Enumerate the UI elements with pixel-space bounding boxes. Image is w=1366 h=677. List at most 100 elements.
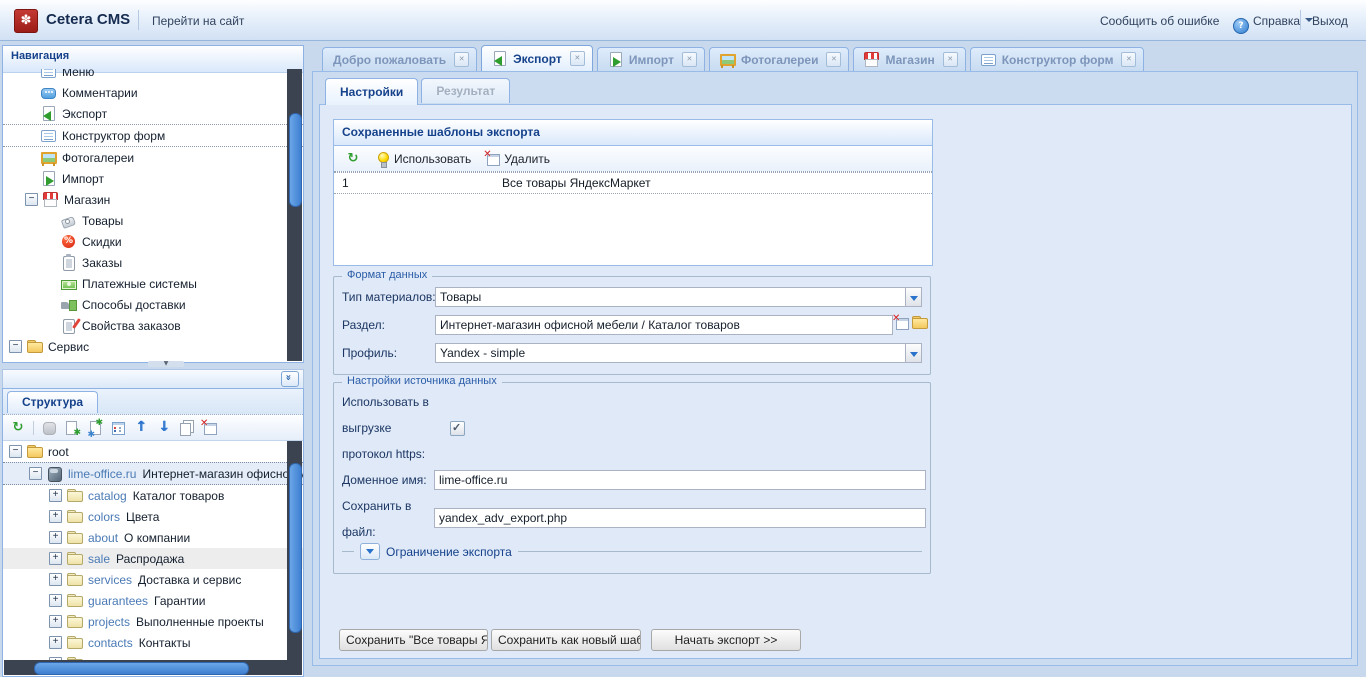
template-row[interactable]: 1 Все товары ЯндексМаркет [334, 172, 932, 194]
tree-item-guarantees[interactable]: guarantees Гарантии [3, 590, 303, 611]
collapse-expander-icon[interactable] [9, 340, 22, 353]
profile-input[interactable] [435, 343, 906, 363]
tree-item-root[interactable]: root [3, 441, 303, 462]
close-icon[interactable]: ✕ [826, 52, 841, 67]
scrollbar-thumb[interactable] [289, 113, 302, 207]
delete-button[interactable] [200, 418, 220, 438]
tab-import[interactable]: Импорт ✕ [597, 47, 705, 72]
tree-item-colors[interactable]: colors Цвета [3, 506, 303, 527]
collapse-expander-icon[interactable] [25, 193, 38, 206]
db-button[interactable] [39, 418, 59, 438]
add-child-button[interactable] [85, 418, 105, 438]
scrollbar-track[interactable] [287, 441, 302, 661]
section-input[interactable] [435, 315, 893, 335]
folder-icon [27, 444, 43, 460]
close-icon[interactable]: ✕ [570, 51, 585, 66]
tab-settings[interactable]: Настройки [325, 78, 418, 105]
chevron-down-icon[interactable] [905, 343, 922, 363]
properties-button[interactable] [108, 418, 128, 438]
close-icon[interactable]: ✕ [1121, 52, 1136, 67]
chevron-down-icon[interactable] [905, 287, 922, 307]
nav-item-order-props[interactable]: Свойства заказов [3, 315, 303, 336]
nav-item-discounts[interactable]: Скидки [3, 231, 303, 252]
report-error-link[interactable]: Сообщить об ошибке [1100, 14, 1219, 28]
copy-button[interactable] [177, 418, 197, 438]
refresh-button[interactable] [340, 149, 366, 169]
tree-item-contacts[interactable]: contacts Контакты [3, 632, 303, 653]
tree-item-about[interactable]: about О компании [3, 527, 303, 548]
expand-icon[interactable] [49, 636, 62, 649]
nav-item-payment-systems[interactable]: Платежные системы [3, 273, 303, 294]
nav-item-delivery-methods[interactable]: Способы доставки [3, 294, 303, 315]
close-icon[interactable]: ✕ [943, 52, 958, 67]
expand-icon[interactable] [49, 573, 62, 586]
profile-combo[interactable] [435, 343, 922, 363]
expand-icon[interactable] [49, 531, 62, 544]
expand-icon[interactable] [49, 489, 62, 502]
nav-item-shop[interactable]: Магазин [3, 189, 303, 210]
collapse-panel-button[interactable]: » [281, 371, 299, 387]
tree-item-services[interactable]: services Доставка и сервис [3, 569, 303, 590]
tab-shop[interactable]: Магазин ✕ [853, 47, 965, 72]
template-row-number: 1 [334, 176, 502, 190]
nav-item-import[interactable]: Импорт [3, 168, 303, 189]
https-checkbox[interactable] [450, 421, 465, 436]
expand-icon[interactable] [49, 615, 62, 628]
scrollbar-thumb-horizontal[interactable] [34, 662, 249, 675]
tree-item-sale[interactable]: sale Распродажа [3, 548, 303, 569]
expand-icon[interactable] [49, 510, 62, 523]
domain-input[interactable] [434, 470, 926, 490]
nav-item-service[interactable]: Сервис [3, 336, 303, 357]
close-icon[interactable]: ✕ [454, 52, 469, 67]
logout-link[interactable]: Выход [1312, 14, 1348, 28]
format-legend: Формат данных [342, 269, 432, 281]
tab-form-builder[interactable]: Конструктор форм ✕ [970, 47, 1145, 72]
tree-item-catalog[interactable]: catalog Каталог товаров [3, 485, 303, 506]
tab-structure[interactable]: Структура [7, 391, 98, 413]
tree-item-site[interactable]: lime-office.ru Интернет-магазин офисной … [3, 462, 303, 485]
nav-item-label: Конструктор форм [62, 129, 165, 143]
export-limit-toggle-button[interactable] [360, 543, 380, 560]
nav-item-orders[interactable]: Заказы [3, 252, 303, 273]
move-down-button[interactable] [154, 418, 174, 438]
nav-item-menu[interactable]: Меню [3, 69, 303, 82]
help-menu[interactable]: ?Справка [1233, 14, 1313, 34]
tab-welcome[interactable]: Добро пожаловать ✕ [322, 47, 477, 72]
save-as-new-template-button[interactable]: Сохранить как новый шабл [491, 629, 641, 651]
expand-icon[interactable] [49, 552, 62, 565]
saved-templates-title: Сохраненные шаблоны экспорта [334, 120, 932, 146]
start-export-button[interactable]: Начать экспорт >> [651, 629, 801, 651]
panel-splitter[interactable]: ▼ [148, 361, 184, 367]
nav-item-photogalleries[interactable]: Фотогалереи [3, 147, 303, 168]
tab-photogalleries[interactable]: Фотогалереи ✕ [709, 47, 850, 72]
expand-icon[interactable] [49, 594, 62, 607]
folder-icon[interactable] [912, 315, 928, 331]
delete-template-button[interactable]: Удалить [480, 149, 555, 169]
collapse-expander-icon[interactable] [29, 467, 42, 480]
material-type-input[interactable] [435, 287, 906, 307]
save-template-button[interactable]: Сохранить "Все товары Янд [339, 629, 488, 651]
use-template-button[interactable]: Использовать [370, 149, 476, 169]
clear-selection-icon[interactable] [894, 315, 910, 331]
move-up-button[interactable] [131, 418, 151, 438]
nav-item-export[interactable]: Экспорт [3, 103, 303, 124]
settings-tab-body: Сохраненные шаблоны экспорта Использоват… [319, 104, 1352, 659]
refresh-button[interactable] [8, 418, 28, 438]
go-to-site-link[interactable]: Перейти на сайт [152, 14, 244, 28]
add-page-button[interactable] [62, 418, 82, 438]
section-label: Раздел: [342, 318, 385, 332]
tree-item-code: root [48, 445, 69, 459]
export-tab-panel: Настройки Результат Сохраненные шаблоны … [312, 71, 1358, 666]
tab-export[interactable]: Экспорт ✕ [481, 45, 593, 72]
scrollbar-track-horizontal[interactable] [4, 660, 302, 675]
file-input[interactable] [434, 508, 926, 528]
nav-item-comments[interactable]: Комментарии [3, 82, 303, 103]
scrollbar-track[interactable] [287, 69, 302, 361]
tree-item-projects[interactable]: projects Выполненные проекты [3, 611, 303, 632]
material-type-combo[interactable] [435, 287, 922, 307]
collapse-expander-icon[interactable] [9, 445, 22, 458]
close-icon[interactable]: ✕ [682, 52, 697, 67]
scrollbar-thumb[interactable] [289, 463, 302, 633]
nav-item-form-builder[interactable]: Конструктор форм [3, 124, 303, 147]
nav-item-goods[interactable]: Товары [3, 210, 303, 231]
